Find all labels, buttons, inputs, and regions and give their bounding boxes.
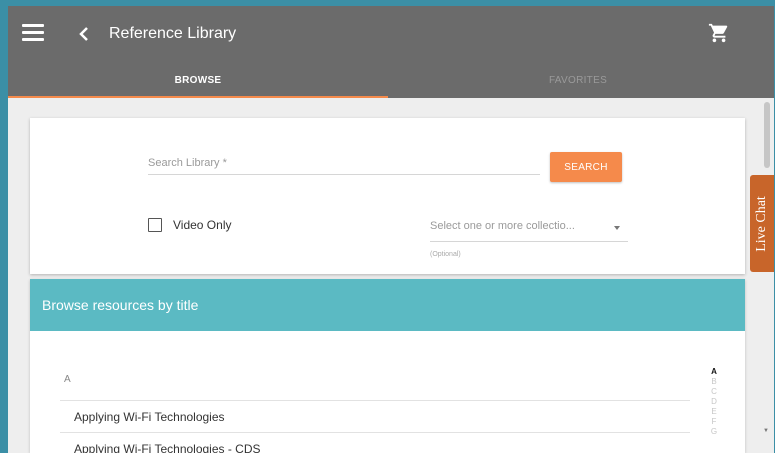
- page-title: Reference Library: [109, 25, 237, 42]
- az-letter-a[interactable]: A: [707, 367, 721, 377]
- list-item[interactable]: Applying Wi-Fi Technologies - CDS: [60, 432, 690, 453]
- collections-hint: (Optional): [430, 251, 461, 258]
- collections-select[interactable]: Select one or more collectio...: [430, 220, 628, 242]
- az-letter-e[interactable]: E: [707, 407, 721, 417]
- live-chat-label: Live Chat: [754, 195, 769, 252]
- live-chat-button[interactable]: Live Chat: [750, 175, 774, 272]
- dropdown-arrow-icon: [614, 226, 620, 230]
- video-only-checkbox[interactable]: Video Only: [148, 218, 231, 232]
- az-letter-f[interactable]: F: [707, 417, 721, 427]
- scrollbar-thumb[interactable]: [764, 102, 770, 168]
- search-input[interactable]: [148, 151, 540, 175]
- browse-section: Browse resources by title A Applying Wi-…: [30, 279, 745, 453]
- scrollbar[interactable]: ▼: [762, 98, 774, 453]
- alphabet-index: A B C D E F G: [707, 367, 721, 437]
- tab-favorites[interactable]: FAVORITES: [388, 64, 768, 98]
- letter-heading: A: [64, 374, 71, 385]
- collections-placeholder: Select one or more collectio...: [430, 220, 575, 232]
- tab-browse[interactable]: BROWSE: [8, 64, 388, 98]
- hamburger-menu-icon[interactable]: [22, 24, 44, 42]
- active-tab-indicator: [8, 96, 388, 98]
- list-item[interactable]: Applying Wi-Fi Technologies: [60, 400, 690, 432]
- search-card: SEARCH Video Only Select one or more col…: [30, 118, 745, 274]
- chevron-left-icon[interactable]: [74, 24, 94, 44]
- app-window: Reference Library BROWSE FAVORITES SEARC…: [8, 6, 774, 453]
- az-letter-c[interactable]: C: [707, 387, 721, 397]
- app-bar: Reference Library BROWSE FAVORITES: [8, 6, 774, 98]
- video-only-label: Video Only: [173, 218, 232, 232]
- scroll-down-arrow-icon[interactable]: ▼: [762, 428, 770, 434]
- az-letter-g[interactable]: G: [707, 427, 721, 437]
- search-button[interactable]: SEARCH: [550, 152, 622, 182]
- az-letter-b[interactable]: B: [707, 377, 721, 387]
- checkbox-box[interactable]: [148, 218, 162, 232]
- browse-header: Browse resources by title: [30, 279, 745, 331]
- tab-bar: BROWSE FAVORITES: [8, 64, 774, 98]
- shopping-cart-icon[interactable]: [708, 22, 730, 44]
- az-letter-d[interactable]: D: [707, 397, 721, 407]
